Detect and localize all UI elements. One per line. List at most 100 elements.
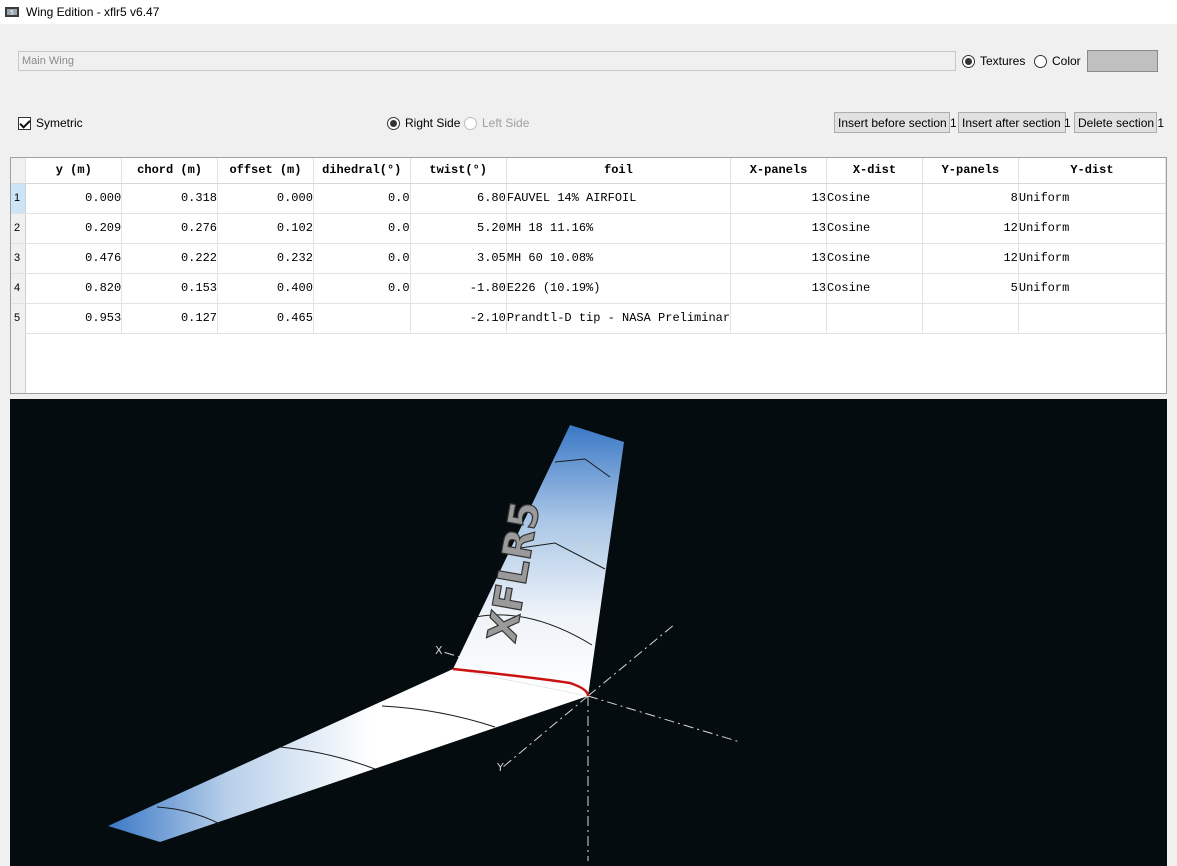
cell-x-panels[interactable]: 13	[730, 213, 827, 244]
cell-foil[interactable]: FAUVEL 14% AIRFOIL	[506, 183, 732, 214]
cell-y-dist[interactable]: Uniform	[1018, 243, 1166, 274]
cell-foil[interactable]: MH 18 11.16%	[506, 213, 732, 244]
cell-twist[interactable]: 6.80	[410, 183, 507, 214]
cell-offset[interactable]: 0.102	[217, 213, 314, 244]
column-header-x-dist[interactable]: X-dist	[826, 158, 923, 184]
table-row[interactable]: 3 0.476 0.222 0.232 0.0 3.05 MH 60 10.08…	[11, 243, 1166, 274]
cell-chord[interactable]: 0.318	[121, 183, 218, 214]
cell-y[interactable]: 0.476	[25, 243, 123, 274]
column-header-y-dist[interactable]: Y-dist	[1018, 158, 1166, 184]
cell-chord[interactable]: 0.153	[121, 273, 218, 304]
insert-after-section-button[interactable]: Insert after section 1	[958, 112, 1071, 133]
cell-x-panels[interactable]	[730, 303, 827, 334]
cell-x-panels[interactable]: 13	[730, 183, 827, 214]
cell-foil[interactable]: E226 (10.19%)	[506, 273, 732, 304]
cell-dihedral[interactable]	[313, 303, 411, 334]
table-row[interactable]: 4 0.820 0.153 0.400 0.0 -1.80 E226 (10.1…	[11, 273, 1166, 304]
axis-label-x: X	[435, 644, 443, 657]
color-radio[interactable]: Color	[1034, 54, 1081, 68]
row-header[interactable]: 1	[11, 183, 27, 214]
textures-radio-indicator[interactable]	[962, 54, 975, 68]
cell-y-dist[interactable]: Uniform	[1018, 273, 1166, 304]
cell-y[interactable]: 0.820	[25, 273, 123, 304]
cell-x-dist[interactable]: Cosine	[826, 183, 923, 214]
cell-twist[interactable]: 5.20	[410, 213, 507, 244]
cell-offset[interactable]: 0.465	[217, 303, 314, 334]
wing-name-input[interactable]: Main Wing	[18, 51, 956, 71]
cell-chord[interactable]: 0.127	[121, 303, 218, 334]
wing-sections-table[interactable]: y (m) chord (m) offset (m) dihedral(°) t…	[10, 157, 1167, 394]
right-side-label: Right Side	[405, 116, 461, 130]
textures-radio-label: Textures	[980, 54, 1026, 68]
column-header-twist[interactable]: twist(°)	[410, 158, 507, 184]
delete-section-button[interactable]: Delete section 1	[1074, 112, 1164, 133]
column-header-offset[interactable]: offset (m)	[217, 158, 314, 184]
insert-before-section-button[interactable]: Insert before section 1	[834, 112, 957, 133]
column-header-foil[interactable]: foil	[506, 158, 732, 184]
table-row[interactable]: 1 0.000 0.318 0.000 0.0 6.80 FAUVEL 14% …	[11, 183, 1166, 214]
column-header-y-panels[interactable]: Y-panels	[922, 158, 1019, 184]
row-header[interactable]: 4	[11, 273, 27, 304]
cell-dihedral[interactable]: 0.0	[313, 183, 411, 214]
row-header[interactable]: 3	[11, 243, 27, 274]
cell-offset[interactable]: 0.000	[217, 183, 314, 214]
cell-twist[interactable]: 3.05	[410, 243, 507, 274]
column-header-x-panels[interactable]: X-panels	[730, 158, 827, 184]
left-wing-panel	[108, 669, 588, 842]
cell-y[interactable]: 0.000	[25, 183, 123, 214]
cell-y-dist[interactable]: Uniform	[1018, 213, 1166, 244]
wing-3d-render[interactable]: XFLR5 X Y Z	[10, 399, 1167, 866]
axis-label-z: Z	[583, 540, 591, 553]
axis-label-y: Y	[496, 761, 504, 774]
symetric-checkbox-indicator[interactable]	[18, 116, 31, 130]
cell-dihedral[interactable]: 0.0	[313, 213, 411, 244]
cell-y-panels[interactable]: 8	[922, 183, 1019, 214]
left-side-radio-indicator[interactable]	[464, 116, 477, 130]
cell-y-dist[interactable]: Uniform	[1018, 183, 1166, 214]
cell-chord[interactable]: 0.276	[121, 213, 218, 244]
table-header-row: y (m) chord (m) offset (m) dihedral(°) t…	[11, 158, 1166, 184]
cell-x-dist[interactable]	[826, 303, 923, 334]
cell-y-panels[interactable]: 12	[922, 243, 1019, 274]
cell-x-panels[interactable]: 13	[730, 273, 827, 304]
cell-x-panels[interactable]: 13	[730, 243, 827, 274]
textures-radio[interactable]: Textures	[962, 54, 1025, 68]
cell-y-panels[interactable]: 5	[922, 273, 1019, 304]
cell-y-panels[interactable]	[922, 303, 1019, 334]
row-header[interactable]: 2	[11, 213, 27, 244]
cell-x-dist[interactable]: Cosine	[826, 273, 923, 304]
column-header-dihedral[interactable]: dihedral(°)	[313, 158, 411, 184]
color-swatch-button[interactable]	[1087, 50, 1158, 72]
cell-twist[interactable]: -1.80	[410, 273, 507, 304]
color-radio-label: Color	[1052, 54, 1081, 68]
cell-twist[interactable]: -2.10	[410, 303, 507, 334]
cell-offset[interactable]: 0.232	[217, 243, 314, 274]
cell-y[interactable]: 0.209	[25, 213, 123, 244]
wing-3d-viewport[interactable]: XFLR5 X Y Z	[10, 399, 1167, 866]
column-header-chord[interactable]: chord (m)	[121, 158, 218, 184]
cell-offset[interactable]: 0.400	[217, 273, 314, 304]
cell-foil[interactable]: MH 60 10.08%	[506, 243, 732, 274]
cell-foil[interactable]: Prandtl-D tip - NASA Preliminar	[506, 303, 732, 334]
cell-dihedral[interactable]: 0.0	[313, 243, 411, 274]
cell-x-dist[interactable]: Cosine	[826, 243, 923, 274]
right-side-radio[interactable]: Right Side	[387, 116, 460, 130]
row-header[interactable]: 5	[11, 303, 27, 334]
svg-text:5: 5	[10, 10, 14, 17]
window-title: Wing Edition - xflr5 v6.47	[26, 5, 160, 19]
color-radio-indicator[interactable]	[1034, 54, 1047, 68]
table-row[interactable]: 2 0.209 0.276 0.102 0.0 5.20 MH 18 11.16…	[11, 213, 1166, 244]
cell-dihedral[interactable]: 0.0	[313, 273, 411, 304]
column-header-y[interactable]: y (m)	[25, 158, 123, 184]
cell-y[interactable]: 0.953	[25, 303, 123, 334]
left-side-radio[interactable]: Left Side	[464, 116, 529, 130]
cell-chord[interactable]: 0.222	[121, 243, 218, 274]
cell-y-dist[interactable]	[1018, 303, 1166, 334]
symetric-label: Symetric	[36, 116, 83, 130]
right-side-radio-indicator[interactable]	[387, 116, 400, 130]
table-row[interactable]: 5 0.953 0.127 0.465 -2.10 Prandtl-D tip …	[11, 303, 1166, 334]
symetric-checkbox[interactable]: Symetric	[18, 116, 83, 130]
cell-x-dist[interactable]: Cosine	[826, 213, 923, 244]
cell-y-panels[interactable]: 12	[922, 213, 1019, 244]
left-side-label: Left Side	[482, 116, 530, 130]
